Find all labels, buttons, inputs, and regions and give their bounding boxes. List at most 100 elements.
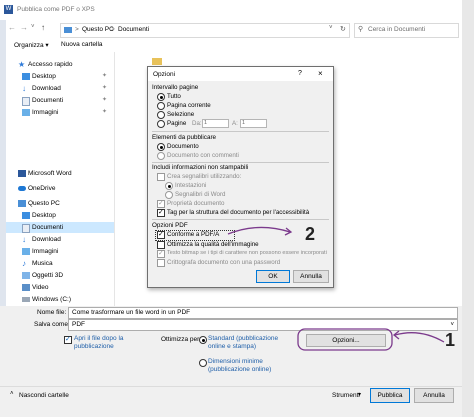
- open-after-label: Apri il file dopo la pubblicazione: [74, 335, 124, 350]
- nav-pc-oggetti3d[interactable]: Oggetti 3D: [6, 270, 114, 281]
- collapse-arrow-icon[interactable]: ˄: [10, 391, 14, 397]
- forward-arrow-icon[interactable]: →: [20, 23, 28, 32]
- bookmarks-label: Crea segnalibri utilizzando:: [167, 173, 242, 180]
- range-selection-label: Selezione: [167, 111, 195, 118]
- breadcrumb-documenti[interactable]: Documenti: [118, 26, 149, 33]
- nav-this-pc[interactable]: Questo PC: [6, 198, 114, 209]
- organize-menu[interactable]: Organizza ▾: [14, 41, 49, 49]
- drive-icon: [22, 297, 30, 302]
- optimize-image-checkbox[interactable]: [157, 241, 165, 249]
- nav-microsoft-word[interactable]: Microsoft Word: [6, 168, 114, 179]
- struct-tags-label: Tag per la struttura del documento per l…: [167, 209, 310, 216]
- folder-icon: [152, 58, 162, 65]
- background-window-edge: [462, 0, 474, 417]
- standard-radio[interactable]: [199, 336, 207, 344]
- savetype-select[interactable]: PDF ˅: [68, 319, 458, 331]
- tools-menu[interactable]: Strumenti: [332, 392, 360, 399]
- savetype-label: Salva come:: [34, 321, 70, 328]
- dialog-cancel-label: Annulla: [300, 273, 322, 280]
- nav-quick-documenti[interactable]: Documenti ✦: [6, 95, 114, 106]
- nav-pc-documenti[interactable]: Documenti: [6, 222, 114, 233]
- cancel-button[interactable]: Annulla: [414, 388, 454, 403]
- nav-pc-immagini[interactable]: Immagini: [6, 246, 114, 257]
- nav-quick-download[interactable]: ↓ Download ✦: [6, 83, 114, 94]
- range-current-label: Pagina corrente: [167, 102, 211, 109]
- range-all-radio[interactable]: [157, 93, 165, 101]
- nav-pc-musica[interactable]: ♪ Musica: [6, 258, 114, 269]
- headings-radio[interactable]: [165, 182, 173, 190]
- range-header: Intervallo pagine: [152, 84, 199, 91]
- bookmarks-checkbox[interactable]: [157, 173, 165, 181]
- publish-button[interactable]: Pubblica: [370, 388, 410, 403]
- nav-label: Oggetti 3D: [32, 272, 64, 279]
- address-dropdown-icon[interactable]: ˅: [329, 25, 333, 31]
- pub-comments-radio[interactable]: [157, 152, 165, 160]
- cube-icon: [22, 272, 30, 279]
- nav-pc-video[interactable]: Video: [6, 282, 114, 293]
- range-pages-radio[interactable]: [157, 120, 165, 128]
- nav-quick-access-label: Accesso rapido: [28, 61, 73, 68]
- pdfa-checkbox[interactable]: ✓: [157, 231, 165, 239]
- pin-icon: ✦: [102, 73, 108, 79]
- hide-folders-link[interactable]: Nascondi cartelle: [19, 392, 69, 399]
- search-input[interactable]: ⚲ Cerca in Documenti: [354, 23, 459, 38]
- desktop-folder-icon: [22, 73, 30, 80]
- video-icon: [22, 284, 30, 291]
- music-icon: ♪: [22, 259, 26, 268]
- check-icon: ✓: [65, 336, 71, 343]
- new-folder-button[interactable]: Nuova cartella: [61, 41, 103, 48]
- pictures-folder-icon: [22, 248, 30, 255]
- bitmap-text-checkbox[interactable]: ✓: [157, 250, 165, 258]
- help-icon[interactable]: ?: [298, 70, 302, 77]
- word-bookmarks-radio[interactable]: [165, 191, 173, 199]
- dialog-ok-button[interactable]: OK: [256, 270, 290, 283]
- to-label: A:: [232, 120, 238, 127]
- download-arrow-icon: ↓: [22, 235, 26, 244]
- pub-comments-label: Documento con commenti: [167, 152, 239, 159]
- close-icon[interactable]: ×: [318, 69, 323, 78]
- divider: [152, 219, 329, 220]
- pub-document-radio[interactable]: [157, 143, 165, 151]
- nav-quick-immagini[interactable]: Immagini ✦: [6, 107, 114, 118]
- nav-pc-desktop[interactable]: Desktop: [6, 210, 114, 221]
- cloud-icon: [18, 186, 26, 191]
- nav-label: Download: [32, 236, 61, 243]
- nav-label: Documenti: [32, 97, 64, 104]
- navigation-pane: ★ Accesso rapido Desktop ✦ ↓ Download ✦ …: [6, 52, 115, 306]
- filename-input[interactable]: Come trasformare un file word in un PDF: [68, 307, 458, 319]
- pc-icon: [18, 200, 26, 207]
- dialog-cancel-button[interactable]: Annulla: [293, 270, 329, 283]
- pdfa-label: Conforme a PDF/A: [167, 231, 220, 238]
- nav-quick-desktop[interactable]: Desktop ✦: [6, 71, 114, 82]
- nav-quick-access[interactable]: ★ Accesso rapido: [6, 59, 114, 70]
- nav-onedrive[interactable]: OneDrive: [6, 183, 114, 194]
- address-box[interactable]: > Questo PC > Documenti ˅ ↻: [60, 23, 350, 38]
- range-current-radio[interactable]: [157, 102, 165, 110]
- nav-pc-windows-c[interactable]: Windows (C:): [6, 294, 114, 305]
- back-arrow-icon[interactable]: ←: [8, 23, 16, 32]
- range-selection-radio[interactable]: [157, 111, 165, 119]
- encrypt-checkbox[interactable]: [157, 259, 165, 267]
- publish-button-label: Pubblica: [377, 392, 403, 399]
- pin-icon: ✦: [102, 97, 108, 103]
- annotation-number-1: 1: [445, 330, 456, 350]
- minimum-radio[interactable]: [199, 359, 207, 367]
- doc-props-label: Proprietà documento: [167, 200, 225, 207]
- recent-dropdown-icon[interactable]: ˅: [31, 24, 35, 30]
- from-input[interactable]: 1: [202, 119, 229, 128]
- breadcrumb-sep-icon: >: [75, 26, 79, 33]
- nav-label: Microsoft Word: [28, 170, 72, 177]
- open-after-checkbox[interactable]: ✓: [64, 336, 72, 344]
- doc-props-checkbox[interactable]: ✓: [157, 200, 165, 208]
- optimize-image-label: Ottimizza la qualità dell'immagine: [167, 241, 259, 248]
- nav-label: Documenti: [32, 224, 64, 231]
- options-button[interactable]: Opzioni...: [306, 334, 386, 347]
- nav-pc-download[interactable]: ↓ Download: [6, 234, 114, 245]
- to-input[interactable]: 1: [240, 119, 267, 128]
- refresh-icon[interactable]: ↻: [340, 25, 346, 33]
- struct-tags-checkbox[interactable]: ✓: [157, 209, 165, 217]
- up-arrow-icon[interactable]: ↑: [41, 23, 45, 32]
- check-icon: ✓: [158, 250, 164, 257]
- from-label: Da:: [192, 120, 202, 127]
- breadcrumb-this-pc[interactable]: Questo PC: [82, 26, 114, 33]
